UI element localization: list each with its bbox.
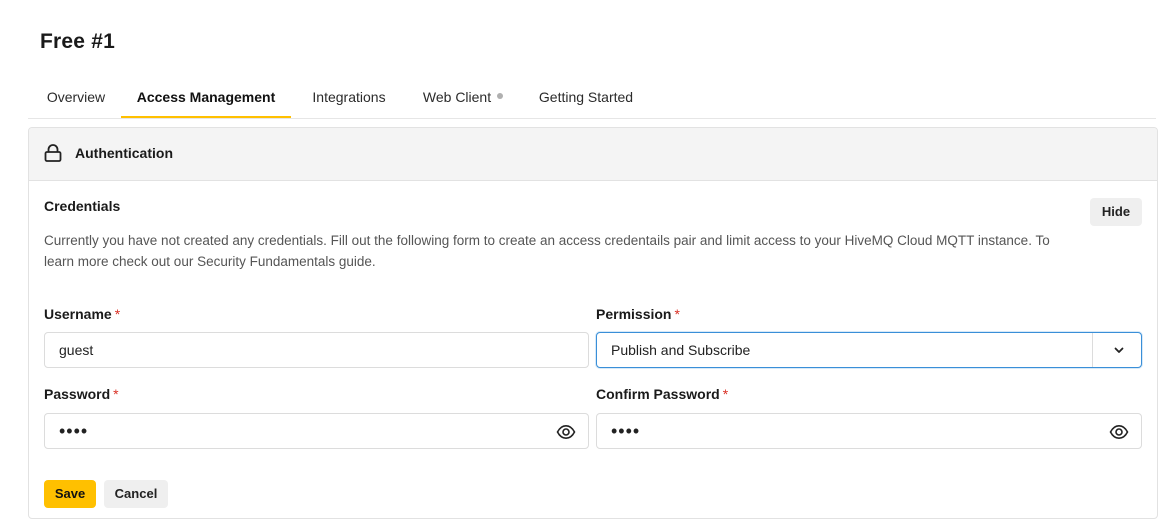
- card-header: Authentication: [29, 128, 1157, 181]
- page-title: Free #1: [40, 30, 115, 53]
- select-divider: [1092, 333, 1093, 367]
- credentials-description: Currently you have not created any crede…: [44, 233, 1050, 269]
- required-mark: *: [722, 386, 729, 402]
- top-band: [0, 0, 1162, 10]
- password-value: ••••: [59, 421, 89, 441]
- tab-integrations[interactable]: Integrations: [309, 78, 389, 116]
- tab-getting-started[interactable]: Getting Started: [535, 78, 637, 116]
- username-value: guest: [59, 342, 94, 358]
- username-label: Username *: [44, 306, 120, 322]
- confirm-password-input[interactable]: ••••: [596, 413, 1142, 449]
- tab-access-management[interactable]: Access Management: [121, 78, 291, 118]
- save-button[interactable]: Save: [44, 480, 96, 508]
- authentication-card: Authentication Credentials Hide Currentl…: [28, 127, 1158, 519]
- chevron-down-icon[interactable]: [1113, 344, 1125, 356]
- password-label-text: Password: [44, 386, 111, 402]
- permission-select[interactable]: Publish and Subscribe: [596, 332, 1142, 368]
- eye-icon[interactable]: [556, 422, 576, 442]
- confirm-password-value: ••••: [611, 421, 641, 441]
- tab-label: Access Management: [136, 89, 276, 105]
- username-input[interactable]: guest: [44, 332, 589, 368]
- lock-icon: [44, 144, 62, 162]
- required-mark: *: [113, 386, 119, 402]
- confirm-password-label-text: Confirm Password: [596, 386, 720, 402]
- password-input[interactable]: ••••: [44, 413, 589, 449]
- required-mark: *: [674, 306, 680, 322]
- tab-label: Web Client: [422, 89, 492, 105]
- tab-label: Integrations: [312, 89, 386, 105]
- tab-overview[interactable]: Overview: [45, 78, 107, 116]
- permission-selected-value: Publish and Subscribe: [611, 342, 751, 358]
- cancel-button[interactable]: Cancel: [104, 480, 168, 508]
- card-title: Authentication: [75, 145, 173, 161]
- required-mark: *: [114, 306, 121, 322]
- username-label-text: Username: [44, 306, 112, 322]
- tab-label: Getting Started: [538, 89, 634, 105]
- confirm-password-label: Confirm Password *: [596, 386, 728, 402]
- permission-label: Permission *: [596, 306, 680, 322]
- permission-label-text: Permission: [596, 306, 672, 322]
- eye-icon[interactable]: [1109, 422, 1129, 442]
- credentials-heading: Credentials: [44, 198, 121, 214]
- password-label: Password *: [44, 386, 119, 402]
- status-dot: [497, 93, 504, 100]
- tab-bar: Overview Access Management Integrations …: [28, 78, 1156, 119]
- tab-web-client[interactable]: Web Client: [419, 78, 507, 116]
- tab-label: Overview: [46, 89, 106, 105]
- hide-button[interactable]: Hide: [1090, 198, 1142, 226]
